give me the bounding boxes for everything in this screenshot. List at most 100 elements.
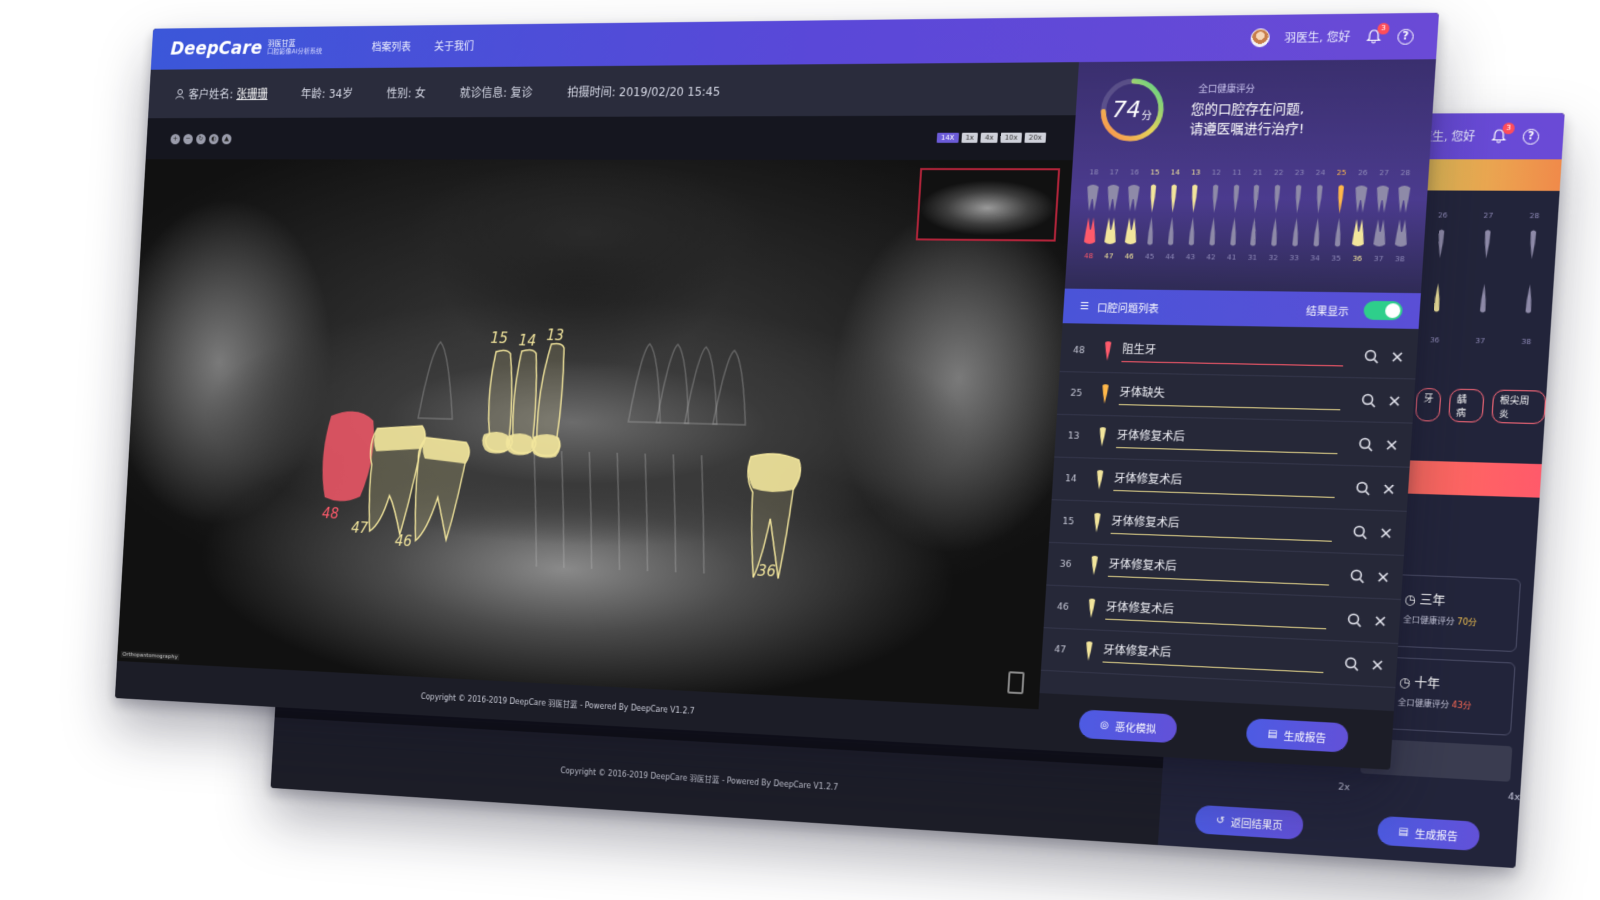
lower-tooth-glyph[interactable] [1122,216,1139,247]
lower-tooth-glyph[interactable] [1183,216,1201,247]
upper-tooth-glyph[interactable] [1165,183,1182,214]
tooth-icon [1093,469,1107,490]
upper-tooth-glyph[interactable] [1310,183,1328,214]
close-icon[interactable] [1385,392,1403,409]
upper-tooth-glyph[interactable] [1395,184,1413,216]
close-icon[interactable] [1383,436,1401,453]
brightness-icon[interactable]: ▲ [222,133,232,143]
search-icon[interactable] [1348,567,1366,584]
lower-tooth-glyph[interactable] [1224,216,1242,247]
lower-tooth-glyph[interactable] [1142,216,1159,247]
search-icon[interactable] [1354,479,1372,496]
tooth-icon [1288,217,1304,248]
lower-tooth-number: 47 [1101,252,1117,260]
projection-card-3y[interactable]: ◷ 三年 全口健康评分 70分 [1390,574,1522,652]
nav-about-us[interactable]: 关于我们 [434,38,475,54]
zoom-in-icon[interactable]: + [170,134,180,144]
close-icon[interactable] [1371,612,1389,629]
lower-tooth-glyph[interactable] [1102,215,1119,246]
upper-tooth-glyph[interactable] [1104,183,1121,214]
close-icon[interactable] [1380,480,1398,497]
speed-2x[interactable]: 2x [1338,782,1350,793]
upper-tooth-glyph[interactable] [1352,183,1370,214]
lower-tooth-glyph[interactable] [1371,217,1389,249]
search-icon[interactable] [1362,347,1380,364]
tooth-icon [1524,229,1540,261]
diagnosis-tag[interactable]: 龋病 [1448,389,1484,423]
tooth-icon [1207,183,1223,214]
back-bell-badge: 3 [1502,123,1515,135]
lower-tooth-glyph[interactable] [1204,216,1222,247]
lower-tooth-glyph[interactable] [1329,217,1347,248]
upper-tooth-glyph[interactable] [1331,183,1349,214]
rotate-icon[interactable]: ↻ [196,133,206,143]
tooth-48-mark[interactable] [321,411,376,502]
return-results-button[interactable]: ↺ 返回结果页 [1195,805,1305,840]
lower-tooth-glyph[interactable] [1287,217,1305,248]
result-toggle[interactable] [1363,301,1403,320]
search-icon[interactable] [1351,523,1369,540]
nav-archive-list[interactable]: 档案列表 [371,39,411,55]
close-icon[interactable] [1377,524,1395,541]
avatar[interactable] [1250,28,1270,47]
help-icon[interactable]: ? [1397,28,1414,44]
lower-tooth-glyph[interactable] [1245,216,1263,247]
back-generate-report-button[interactable]: ▤ 生成报告 [1376,816,1480,851]
viewer-tools: + − ↻ ◐ ▲ [170,133,231,143]
zoom-button[interactable]: 1x [961,133,978,143]
document-icon[interactable] [1007,671,1024,694]
lower-tooth-glyph[interactable] [1266,216,1284,247]
back-bell-icon[interactable]: 3 [1490,128,1508,145]
upper-tooth-glyph[interactable] [1144,183,1161,214]
upper-tooth-glyph[interactable] [1206,183,1224,214]
upper-tooth-glyph[interactable] [1289,183,1307,214]
upper-tooth-glyph[interactable] [1373,183,1391,215]
zoom-button[interactable]: 10x [1000,133,1022,143]
close-icon[interactable] [1374,568,1392,585]
tooth-icon [1105,183,1120,214]
upper-tooth-glyph[interactable] [1247,183,1265,214]
tooth-label-48: 48 [322,506,340,523]
xray-thumbnail[interactable] [916,168,1060,242]
back-action-buttons: ↺ 返回结果页 ▤ 生成报告 [1158,788,1519,868]
lower-tooth-glyph[interactable] [1392,217,1410,249]
close-icon[interactable] [1388,348,1406,365]
upper-tooth-glyph[interactable] [1185,183,1203,214]
clock-icon: ◷ [1399,675,1411,690]
patient-name-value[interactable]: 张珊珊 [236,85,268,101]
search-icon[interactable] [1343,655,1361,673]
close-icon[interactable] [1368,656,1386,674]
search-icon[interactable] [1357,435,1375,452]
diagnosis-tag[interactable]: 牙 [1415,388,1442,422]
zoom-levels: 14X 1x 4x 10x 20x [937,133,1047,143]
xray-viewer[interactable]: 15 14 13 48 47 46 36 Orthopantomography [117,159,1073,709]
upper-tooth-glyph[interactable] [1268,183,1286,214]
upper-tooth-glyph[interactable] [1124,183,1141,214]
bell-icon[interactable]: 3 [1365,28,1383,45]
search-icon[interactable] [1360,391,1378,408]
contrast-icon[interactable]: ◐ [209,133,219,143]
brand[interactable]: DeepCare 羽医甘蓝 口腔影像AI分析系统 [170,37,323,59]
lower-tooth-glyph[interactable] [1163,216,1180,247]
generate-report-button[interactable]: ▤ 生成报告 [1246,718,1349,752]
upper-tooth-glyph[interactable] [1227,183,1245,214]
lower-tooth-glyph[interactable] [1350,217,1368,249]
tooth-label-46: 46 [394,533,412,550]
simulate-button[interactable]: ◎ 恶化模拟 [1079,709,1178,743]
zoom-button[interactable]: 20x [1024,133,1046,143]
zoom-button[interactable]: 4x [981,133,998,143]
lower-teeth-chart [1067,215,1425,249]
zoom-out-icon[interactable]: − [183,134,193,144]
zoom-button[interactable]: 14X [937,133,959,143]
back-help-icon[interactable]: ? [1522,128,1539,144]
upper-tooth-glyph[interactable] [1084,183,1101,214]
lower-tooth-number: 34 [1307,254,1323,262]
projection-card-10y[interactable]: ◷ 十年 全口健康评分 43分 [1384,657,1515,736]
issue-row[interactable]: 48 阻生牙 [1060,329,1419,379]
lower-tooth-glyph[interactable] [1308,217,1326,248]
search-icon[interactable] [1346,611,1364,628]
diagnosis-tag[interactable]: 根尖周炎 [1491,390,1547,425]
lower-tooth-glyph[interactable] [1082,215,1099,246]
speed-4x[interactable]: 4x [1508,792,1521,803]
issue-tooth-number: 47 [1054,644,1075,655]
